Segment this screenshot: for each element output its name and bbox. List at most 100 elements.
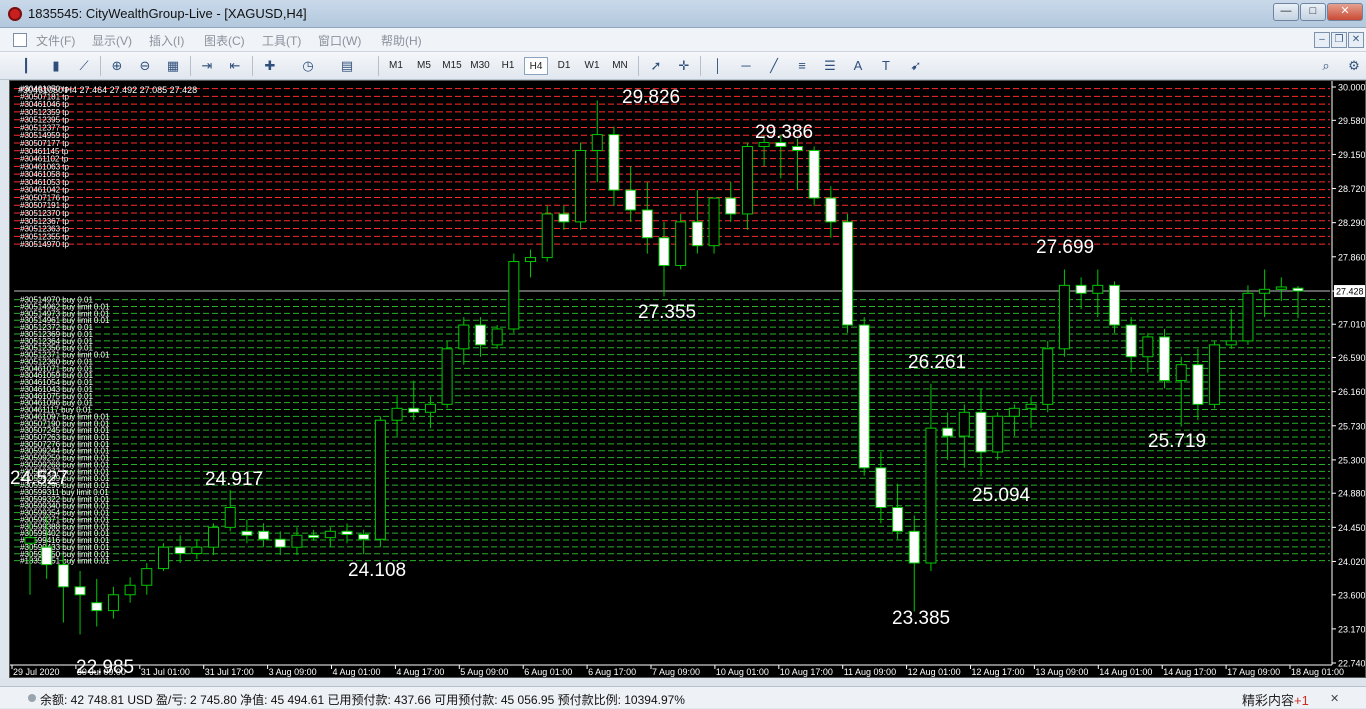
- candle: [291, 534, 303, 548]
- timeframe-d1[interactable]: D1: [552, 57, 576, 75]
- price-tick-label: 29.150: [1338, 150, 1365, 160]
- promo-count: +1: [1294, 693, 1309, 708]
- minimize-button[interactable]: —: [1273, 3, 1299, 21]
- equidistant-channel-icon[interactable]: ≡: [792, 56, 812, 76]
- price-tick-label: 25.300: [1338, 455, 1365, 465]
- maximize-button[interactable]: □: [1300, 3, 1326, 21]
- candle: [1259, 288, 1271, 294]
- candle: [658, 237, 670, 267]
- timeframe-h4[interactable]: H4: [524, 57, 548, 75]
- timeframe-m1[interactable]: M1: [384, 57, 408, 75]
- timeframe-m15[interactable]: M15: [440, 57, 464, 75]
- time-tick-label: 7 Aug 09:00: [652, 667, 700, 677]
- search-icon[interactable]: ⌕: [1316, 56, 1336, 76]
- candle: [942, 427, 954, 437]
- text-icon[interactable]: A: [848, 56, 868, 76]
- timeframe-m5[interactable]: M5: [412, 57, 436, 75]
- trendline-icon[interactable]: ╱: [764, 56, 784, 76]
- candle: [391, 407, 403, 421]
- time-tick-label: 4 Aug 17:00: [396, 667, 444, 677]
- candle: [691, 221, 703, 247]
- promo-close-button[interactable]: ✕: [1330, 692, 1339, 705]
- tile-windows-icon[interactable]: ▦: [163, 56, 183, 76]
- candle: [458, 324, 470, 350]
- candle: [1025, 403, 1037, 409]
- auto-scroll-icon[interactable]: ⇥: [197, 56, 217, 76]
- chart-shift-icon[interactable]: ⇤: [225, 56, 245, 76]
- menu-window[interactable]: 窗口(W): [318, 32, 361, 49]
- candle: [992, 415, 1004, 453]
- chart-canvas[interactable]: #30461050 tp#30507181 tp#30461046 tp#305…: [10, 81, 1365, 677]
- time-tick-label: 10 Aug 01:00: [716, 667, 769, 677]
- menu-tools[interactable]: 工具(T): [262, 32, 301, 49]
- price-tick-label: 26.590: [1338, 353, 1365, 363]
- candle: [541, 213, 553, 259]
- price-chart[interactable]: #30461050 tp #30507181 tp #30461046 tp #305…: [9, 80, 1366, 678]
- text-label-icon[interactable]: T: [876, 56, 896, 76]
- menu-charts[interactable]: 图表(C): [204, 32, 245, 49]
- templates-icon[interactable]: ▤: [337, 56, 357, 76]
- candle: [858, 324, 870, 469]
- time-tick-label: 17 Aug 09:00: [1227, 667, 1280, 677]
- timeframe-h1[interactable]: H1: [496, 57, 520, 75]
- cursor-icon[interactable]: ➚: [646, 56, 666, 76]
- zoom-out-icon[interactable]: ⊖: [135, 56, 155, 76]
- price-annotation: 29.386: [755, 122, 813, 143]
- menu-bar: 文件(F) 显示(V) 插入(I) 图表(C) 工具(T) 窗口(W) 帮助(H…: [0, 28, 1366, 52]
- time-tick-label: 29 Jul 2020: [13, 667, 60, 677]
- candle: [575, 149, 587, 223]
- candle: [441, 348, 453, 405]
- horizontal-line-icon[interactable]: ─: [736, 56, 756, 76]
- child-close-button[interactable]: ✕: [1348, 32, 1364, 48]
- candle: [124, 584, 136, 596]
- price-tick-label: 24.020: [1338, 557, 1365, 567]
- zoom-in-icon[interactable]: ⊕: [107, 56, 127, 76]
- indicators-icon[interactable]: ✚: [260, 56, 280, 76]
- arrows-icon[interactable]: ➹: [906, 56, 926, 76]
- menu-view[interactable]: 显示(V): [92, 32, 132, 49]
- candlestick-icon[interactable]: ▮: [46, 56, 66, 76]
- promo-notice[interactable]: 精彩内容+1: [1242, 690, 1309, 709]
- candle: [741, 146, 753, 215]
- candle: [274, 538, 286, 548]
- candle: [258, 530, 270, 540]
- menu-insert[interactable]: 插入(I): [149, 32, 184, 49]
- candle: [925, 427, 937, 564]
- child-restore-button[interactable]: ❐: [1331, 32, 1347, 48]
- time-tick-label: 12 Aug 01:00: [908, 667, 961, 677]
- menu-file[interactable]: 文件(F): [36, 32, 75, 49]
- time-tick-label: 12 Aug 17:00: [972, 667, 1025, 677]
- vertical-line-icon[interactable]: │: [708, 56, 728, 76]
- menu-help[interactable]: 帮助(H): [381, 32, 422, 49]
- price-annotation: 25.094: [972, 485, 1031, 506]
- candle: [1159, 336, 1171, 382]
- line-chart-icon[interactable]: ⟋: [74, 56, 94, 76]
- candle: [424, 403, 436, 413]
- candle: [408, 407, 420, 413]
- timeframe-m30[interactable]: M30: [468, 57, 492, 75]
- candle: [1075, 284, 1087, 294]
- bar-chart-icon[interactable]: ┃: [16, 56, 36, 76]
- candle: [41, 546, 53, 566]
- crosshair-icon[interactable]: ✛: [674, 56, 694, 76]
- candle: [791, 146, 803, 151]
- price-annotation: 27.699: [1036, 237, 1094, 258]
- periods-icon[interactable]: ◷: [298, 56, 318, 76]
- candle: [641, 209, 653, 239]
- fibonacci-icon[interactable]: ☰: [820, 56, 840, 76]
- time-tick-label: 31 Jul 01:00: [141, 667, 190, 677]
- candle: [608, 134, 620, 191]
- close-button[interactable]: ✕: [1327, 3, 1363, 21]
- price-annotation: 24.108: [348, 560, 406, 581]
- candle: [174, 546, 186, 555]
- timeframe-mn[interactable]: MN: [608, 57, 632, 75]
- child-minimize-button[interactable]: –: [1314, 32, 1330, 48]
- candle: [1292, 287, 1304, 292]
- timeframe-w1[interactable]: W1: [580, 57, 604, 75]
- candle: [474, 324, 486, 346]
- settings-icon[interactable]: ⚙: [1344, 56, 1364, 76]
- candle: [107, 594, 119, 612]
- candle: [1225, 340, 1237, 346]
- chart-window-icon: [13, 33, 27, 47]
- candle: [908, 530, 920, 564]
